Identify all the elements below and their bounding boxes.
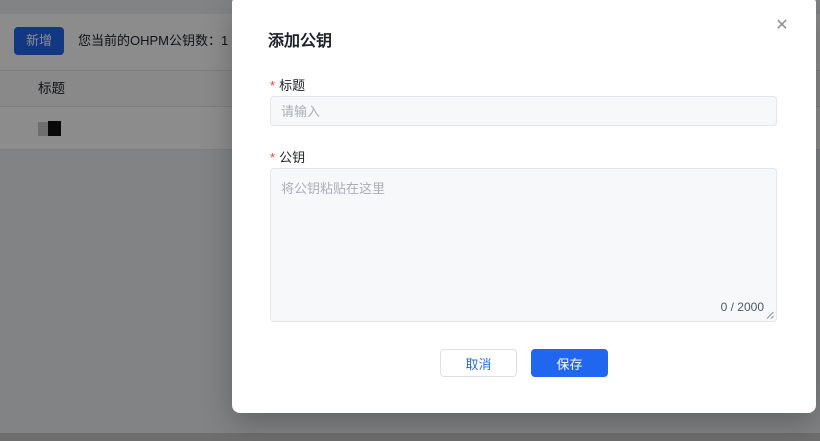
close-icon[interactable]: ✕ [770, 14, 794, 38]
required-mark: * [270, 78, 276, 93]
public-key-textarea[interactable] [270, 168, 777, 322]
save-button[interactable]: 保存 [531, 349, 608, 377]
key-field-label-text: 公钥 [279, 150, 306, 165]
title-field-label-text: 标题 [279, 78, 306, 93]
key-textarea-wrap: 0 / 2000 [270, 168, 777, 322]
required-mark: * [270, 150, 276, 165]
screen: 新增 您当前的OHPM公钥数：1 标题 添加公钥 ✕ *标题 *公钥 0 / 2… [0, 0, 820, 441]
resize-handle-icon[interactable] [765, 310, 774, 319]
key-field-label: * 公钥 [270, 147, 305, 166]
add-key-modal: 添加公钥 ✕ *标题 *公钥 0 / 2000 取消 保存 [232, 0, 816, 413]
char-counter: 0 / 2000 [720, 300, 764, 314]
title-field-label: * 标题 [270, 75, 305, 94]
title-input[interactable] [270, 96, 777, 126]
modal-title: 添加公钥 [268, 33, 333, 50]
modal-footer: 取消 保存 [232, 349, 816, 377]
cancel-button[interactable]: 取消 [440, 349, 517, 377]
